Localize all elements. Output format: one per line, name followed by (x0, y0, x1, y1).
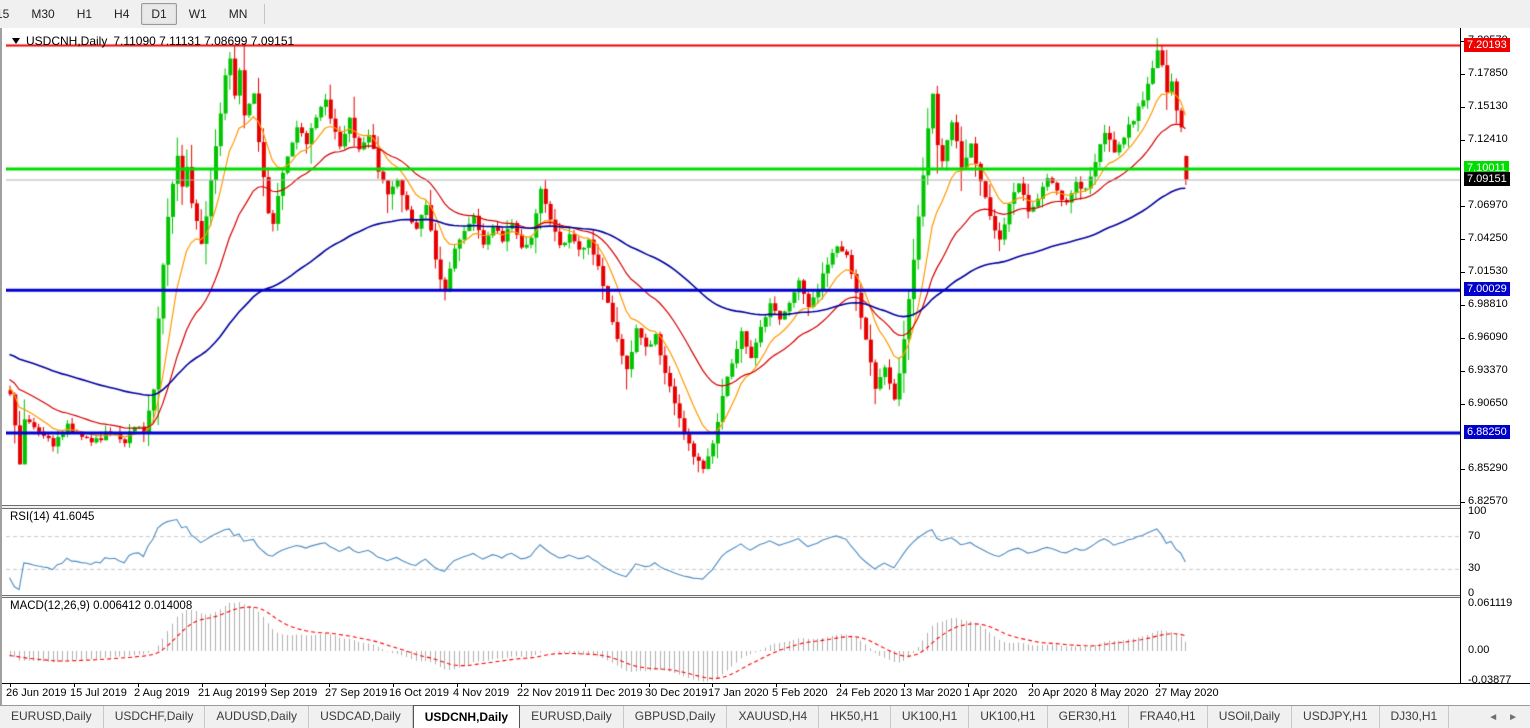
macd-tick-label: 0.061119 (1468, 597, 1512, 609)
date-label: 17 Jan 2020 (708, 687, 769, 699)
timeframe-button-h1[interactable]: H1 (67, 3, 102, 25)
date-label: 2 Aug 2019 (134, 687, 190, 699)
price-tick-mark (1461, 469, 1465, 470)
price-tick-mark (1461, 502, 1465, 503)
price-tick-label: 6.85290 (1468, 462, 1508, 474)
chart-tab-usoil[interactable]: USOil,Daily (1208, 706, 1292, 728)
rsi-tick-label: 70 (1468, 530, 1480, 542)
date-label: 27 Sep 2019 (325, 687, 387, 699)
date-axis: 26 Jun 201915 Jul 2019 2 Aug 2019 21 Aug 2… (2, 684, 1530, 705)
price-tick-label: 7.04250 (1468, 232, 1508, 244)
macd-indicator-label: MACD(12,26,9) 0.006412 0.014008 (10, 600, 192, 612)
date-label: 16 Oct 2019 (389, 687, 449, 699)
chart-tab-dj30[interactable]: DJ30,H1 (1380, 706, 1450, 728)
price-tick-mark (1461, 140, 1465, 141)
chart-tab-usdchf[interactable]: USDCHF,Daily (104, 706, 206, 728)
price-tick-mark (1461, 404, 1465, 405)
rsi-tick-label: 100 (1468, 505, 1486, 517)
chart-tab-bar: EURUSD,DailyUSDCHF,DailyAUDUSD,DailyUSDC… (0, 705, 1530, 728)
price-tick-label: 7.15130 (1468, 100, 1508, 112)
rsi-indicator-label: RSI(14) 41.6045 (10, 511, 94, 523)
price-tick-label: 6.96090 (1468, 331, 1508, 343)
chart-tab-usdcad[interactable]: USDCAD,Daily (309, 706, 413, 728)
price-chart-canvas[interactable] (6, 30, 1460, 505)
chart-tab-usdcnh[interactable]: USDCNH,Daily (413, 705, 520, 728)
tab-scroll-left-icon[interactable]: ◄ (1488, 712, 1498, 723)
chart-tab-audusd[interactable]: AUDUSD,Daily (205, 706, 309, 728)
macd-tick-label: 0.00 (1468, 644, 1489, 656)
date-label: 26 Jun 2019 (6, 687, 67, 699)
price-tick-label: 6.93370 (1468, 364, 1508, 376)
price-tick-mark (1461, 239, 1465, 240)
price-tick-label: 7.17850 (1468, 67, 1508, 79)
price-tick-mark (1461, 338, 1465, 339)
date-label: 13 Mar 2020 (900, 687, 962, 699)
toolbar-separator (264, 4, 265, 24)
timeframe-toolbar: 15M30H1H4D1W1MN (0, 0, 1530, 29)
hline-price-badge: 7.00029 (1464, 282, 1510, 296)
price-tick-mark (1461, 107, 1465, 108)
chart-dropdown-icon[interactable] (12, 38, 20, 44)
price-tick-label: 7.06970 (1468, 199, 1508, 211)
rsi-tick-label: 30 (1468, 562, 1480, 574)
current-price-badge: 7.09151 (1464, 172, 1510, 186)
price-tick-label: 7.01530 (1468, 265, 1508, 277)
timeframe-button-w1[interactable]: W1 (179, 3, 217, 25)
date-label: 5 Feb 2020 (772, 687, 828, 699)
chart-tab-gbpusd[interactable]: GBPUSD,Daily (624, 706, 728, 728)
date-label: 22 Nov 2019 (517, 687, 579, 699)
chart-tab-fra40[interactable]: FRA40,H1 (1129, 706, 1208, 728)
date-label: 8 May 2020 (1091, 687, 1148, 699)
chart-symbol-label: USDCNH,Daily (26, 34, 107, 48)
chart-tab-ger30[interactable]: GER30,H1 (1048, 706, 1129, 728)
price-tick-mark (1461, 74, 1465, 75)
chart-tab-uk100[interactable]: UK100,H1 (891, 706, 969, 728)
chart-tab-uk100[interactable]: UK100,H1 (969, 706, 1047, 728)
date-label: 4 Nov 2019 (453, 687, 509, 699)
date-label: 11 Dec 2019 (581, 687, 643, 699)
hline-price-badge: 7.20193 (1464, 38, 1510, 52)
date-label: 1 Apr 2020 (964, 687, 1017, 699)
price-tick-mark (1461, 305, 1465, 306)
price-tick-mark (1461, 272, 1465, 273)
date-label: 30 Dec 2019 (645, 687, 707, 699)
timeframe-button-m30[interactable]: M30 (21, 3, 64, 25)
chart-tab-usdjpy[interactable]: USDJPY,H1 (1292, 706, 1379, 728)
date-label: 9 Sep 2019 (261, 687, 317, 699)
rsi-panel-canvas[interactable] (6, 509, 1460, 595)
chart-tab-hk50[interactable]: HK50,H1 (819, 706, 891, 728)
tab-scroll-right-icon[interactable]: ► (1508, 712, 1518, 723)
date-label: 24 Feb 2020 (836, 687, 898, 699)
date-label: 20 Apr 2020 (1028, 687, 1087, 699)
price-tick-label: 6.98810 (1468, 298, 1508, 310)
panel-splitter-rsi[interactable] (2, 505, 1530, 509)
timeframe-button-15[interactable]: 15 (0, 3, 19, 25)
chart-tab-eurusd[interactable]: EURUSD,Daily (0, 706, 104, 728)
tab-scroll-arrows: ◄► (1476, 706, 1530, 728)
hline-price-badge: 6.88250 (1464, 425, 1510, 439)
trading-app: 15M30H1H4D1W1MN USDCNH,Daily 7.11090 7.1… (0, 0, 1530, 728)
timeframe-button-h4[interactable]: H4 (104, 3, 139, 25)
panel-splitter-macd[interactable] (2, 595, 1530, 598)
chart-title: USDCNH,Daily 7.11090 7.11131 7.08699 7.0… (12, 34, 294, 48)
price-tick-label: 6.90650 (1468, 397, 1508, 409)
date-label: 15 Jul 2019 (70, 687, 127, 699)
date-label: 27 May 2020 (1155, 687, 1219, 699)
price-tick-mark (1461, 371, 1465, 372)
chart-window: USDCNH,Daily 7.11090 7.11131 7.08699 7.0… (0, 28, 1530, 705)
macd-panel-canvas[interactable] (6, 598, 1460, 683)
date-label: 21 Aug 2019 (198, 687, 260, 699)
timeframe-button-d1[interactable]: D1 (141, 3, 176, 25)
price-axis: 7.205707.178507.151307.124107.069707.042… (1461, 28, 1530, 683)
chart-tab-xauusd[interactable]: XAUUSD,H4 (727, 706, 819, 728)
chart-ohlc-values: 7.11090 7.11131 7.08699 7.09151 (113, 34, 294, 48)
price-tick-label: 7.12410 (1468, 133, 1508, 145)
price-tick-mark (1461, 206, 1465, 207)
chart-tab-eurusd[interactable]: EURUSD,Daily (520, 706, 624, 728)
timeframe-button-mn[interactable]: MN (219, 3, 258, 25)
